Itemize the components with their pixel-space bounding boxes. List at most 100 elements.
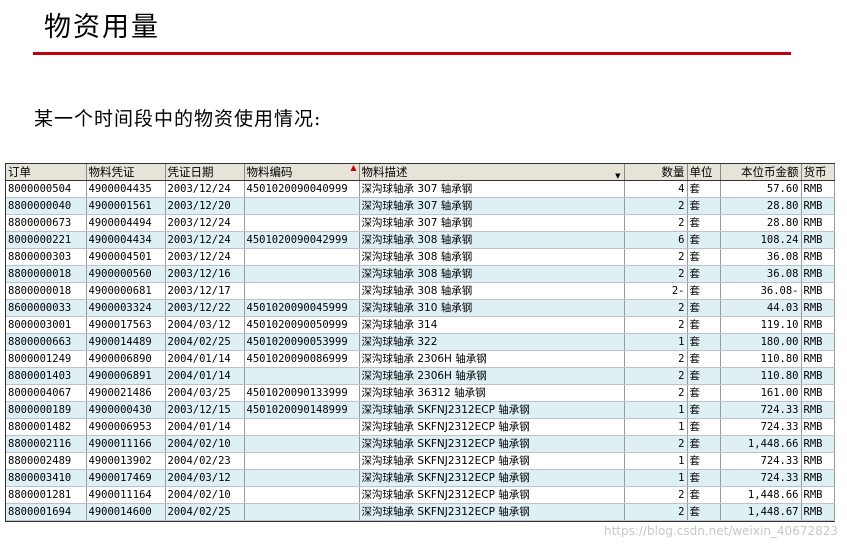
order-cell: 8000003001: [6, 316, 87, 334]
column-header-material-doc[interactable]: 物料凭证: [86, 164, 166, 181]
order-cell: 8000000221: [6, 231, 87, 249]
material-usage-grid: 订单 物料凭证 凭证日期 物料编码 ▲ 物料描述 ▼ 数量 单位 本位币金额 货币 …: [5, 163, 835, 522]
material-doc-cell: 4900004494: [86, 214, 166, 232]
table-row[interactable]: 8600000033 4900003324 2003/12/22 4501020090…: [6, 299, 835, 317]
doc-date-cell: 2004/02/10: [165, 435, 245, 453]
table-row[interactable]: 8000003001 4900017563 2004/03/12 4501020090…: [6, 316, 835, 334]
unit-cell: 套: [687, 486, 721, 504]
doc-date-cell: 2004/01/14: [165, 418, 245, 436]
currency-cell: RMB: [801, 180, 835, 198]
table-body: 8000000504 4900004435 2003/12/24 4501020090…: [6, 180, 835, 521]
material-desc-cell: 深沟球轴承 307 轴承钢: [359, 214, 625, 232]
amount-cell: 1,448.66: [720, 435, 802, 453]
dropdown-filter-icon[interactable]: ▼: [615, 172, 620, 180]
material-doc-cell: 4900011166: [86, 435, 166, 453]
table-row[interactable]: 8800000040 4900001561 2003/12/20 深沟球轴承 307 …: [6, 197, 835, 215]
order-cell: 8800000018: [6, 282, 87, 300]
material-code-cell: [244, 282, 360, 300]
unit-cell: 套: [687, 435, 721, 453]
quantity-cell: 2: [624, 248, 688, 266]
order-cell: 8800002489: [6, 452, 87, 470]
order-cell: 8800003410: [6, 469, 87, 487]
unit-cell: 套: [687, 452, 721, 470]
material-doc-cell: 4900011164: [86, 486, 166, 504]
table-row[interactable]: 8800002116 4900011166 2004/02/10 深沟球轴承 SKFN…: [6, 435, 835, 453]
unit-cell: 套: [687, 367, 721, 385]
column-header-amount[interactable]: 本位币金额: [720, 164, 802, 181]
table-row[interactable]: 8800003410 4900017469 2004/03/12 深沟球轴承 SKFN…: [6, 469, 835, 487]
order-cell: 8800000040: [6, 197, 87, 215]
amount-cell: 119.10: [720, 316, 802, 334]
currency-cell: RMB: [801, 486, 835, 504]
doc-date-cell: 2004/01/14: [165, 367, 245, 385]
material-desc-cell: 深沟球轴承 36312 轴承钢: [359, 384, 625, 402]
table-row[interactable]: 8800001482 4900006953 2004/01/14 深沟球轴承 SKFN…: [6, 418, 835, 436]
doc-date-cell: 2003/12/15: [165, 401, 245, 419]
table-row[interactable]: 8000001249 4900006890 2004/01/14 4501020090…: [6, 350, 835, 368]
material-code-cell: [244, 197, 360, 215]
doc-date-cell: 2003/12/16: [165, 265, 245, 283]
column-header-material-desc[interactable]: 物料描述 ▼: [359, 164, 625, 181]
material-desc-cell: 深沟球轴承 SKFNJ2312ECP 轴承钢: [359, 452, 625, 470]
material-desc-cell: 深沟球轴承 322: [359, 333, 625, 351]
order-cell: 8800000303: [6, 248, 87, 266]
material-doc-cell: 4900004501: [86, 248, 166, 266]
table-row[interactable]: 8800001403 4900006891 2004/01/14 深沟球轴承 2306…: [6, 367, 835, 385]
material-doc-cell: 4900006953: [86, 418, 166, 436]
currency-cell: RMB: [801, 367, 835, 385]
quantity-cell: 2: [624, 435, 688, 453]
currency-cell: RMB: [801, 282, 835, 300]
table-row[interactable]: 8000004067 4900021486 2004/03/25 4501020090…: [6, 384, 835, 402]
material-code-cell: [244, 265, 360, 283]
table-row[interactable]: 8800000663 4900014489 2004/02/25 4501020090…: [6, 333, 835, 351]
material-doc-cell: 4900004434: [86, 231, 166, 249]
material-usage-table: 订单 物料凭证 凭证日期 物料编码 ▲ 物料描述 ▼ 数量 单位 本位币金额 货币 …: [6, 164, 835, 521]
quantity-cell: 2: [624, 503, 688, 521]
material-code-cell: 4501020090040999: [244, 180, 360, 198]
doc-date-cell: 2003/12/22: [165, 299, 245, 317]
column-header-order[interactable]: 订单: [6, 164, 87, 181]
unit-cell: 套: [687, 333, 721, 351]
currency-cell: RMB: [801, 197, 835, 215]
table-row[interactable]: 8800000303 4900004501 2003/12/24 深沟球轴承 308 …: [6, 248, 835, 266]
table-row[interactable]: 8800000018 4900000681 2003/12/17 深沟球轴承 308 …: [6, 282, 835, 300]
amount-cell: 44.03: [720, 299, 802, 317]
column-header-material-code[interactable]: 物料编码 ▲: [244, 164, 360, 181]
currency-cell: RMB: [801, 333, 835, 351]
table-row[interactable]: 8000000504 4900004435 2003/12/24 4501020090…: [6, 180, 835, 198]
unit-cell: 套: [687, 503, 721, 521]
quantity-cell: 2: [624, 265, 688, 283]
table-row[interactable]: 8000000221 4900004434 2003/12/24 4501020090…: [6, 231, 835, 249]
quantity-cell: 2: [624, 197, 688, 215]
table-row[interactable]: 8800002489 4900013902 2004/02/23 深沟球轴承 SKFN…: [6, 452, 835, 470]
amount-cell: 724.33: [720, 469, 802, 487]
column-header-quantity[interactable]: 数量: [624, 164, 688, 181]
table-row[interactable]: 8800000673 4900004494 2003/12/24 深沟球轴承 307 …: [6, 214, 835, 232]
sort-indicator-icon[interactable]: ▲: [350, 164, 356, 172]
page-title: 物资用量: [44, 12, 160, 43]
material-doc-cell: 4900000560: [86, 265, 166, 283]
unit-cell: 套: [687, 469, 721, 487]
unit-cell: 套: [687, 384, 721, 402]
table-row[interactable]: 8800001281 4900011164 2004/02/10 深沟球轴承 SKFN…: [6, 486, 835, 504]
table-row[interactable]: 8800000018 4900000560 2003/12/16 深沟球轴承 308 …: [6, 265, 835, 283]
doc-date-cell: 2003/12/24: [165, 214, 245, 232]
currency-cell: RMB: [801, 265, 835, 283]
material-code-cell: [244, 503, 360, 521]
column-header-unit[interactable]: 单位: [687, 164, 721, 181]
column-header-doc-date[interactable]: 凭证日期: [165, 164, 245, 181]
table-row[interactable]: 8000000189 4900000430 2003/12/15 4501020090…: [6, 401, 835, 419]
material-desc-cell: 深沟球轴承 2306H 轴承钢: [359, 367, 625, 385]
order-cell: 8000000189: [6, 401, 87, 419]
amount-cell: 28.80: [720, 214, 802, 232]
column-header-currency[interactable]: 货币: [801, 164, 835, 181]
unit-cell: 套: [687, 282, 721, 300]
table-row[interactable]: 8800001694 4900014600 2004/02/25 深沟球轴承 SKFN…: [6, 503, 835, 521]
doc-date-cell: 2004/03/12: [165, 469, 245, 487]
order-cell: 8000000504: [6, 180, 87, 198]
amount-cell: 28.80: [720, 197, 802, 215]
watermark-text: https://blog.csdn.net/weixin_40672823: [603, 524, 838, 538]
amount-cell: 724.33: [720, 418, 802, 436]
quantity-cell: 2: [624, 350, 688, 368]
quantity-cell: 4: [624, 180, 688, 198]
